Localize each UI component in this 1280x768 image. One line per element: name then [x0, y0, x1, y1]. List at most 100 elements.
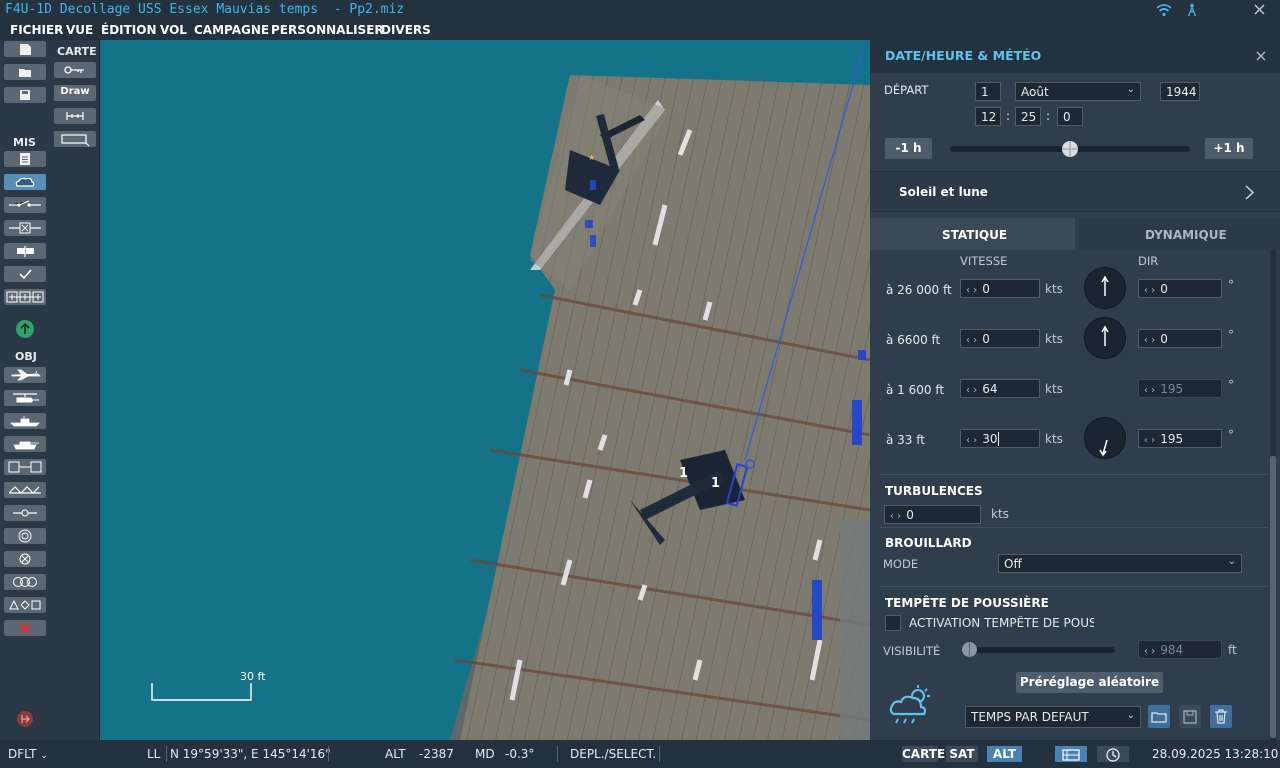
wind-speed-field[interactable]: ‹ › 30 — [960, 429, 1040, 448]
sun-moon-row[interactable]: Soleil et lune — [870, 171, 1280, 212]
wind-direction-field[interactable]: ‹ › 0 — [1138, 279, 1222, 298]
month-select[interactable]: Août ⌄ — [1015, 82, 1141, 101]
altitude-mode-button[interactable]: ALT — [987, 746, 1022, 762]
dust-storm-checkbox[interactable] — [885, 615, 901, 631]
add-helicopter-button[interactable] — [4, 390, 46, 406]
delete-button[interactable] — [4, 620, 46, 636]
plus-hour-button[interactable]: +1 h — [1205, 138, 1253, 159]
goals-button[interactable] — [4, 220, 46, 236]
rectangle-tool-button[interactable] — [54, 131, 96, 147]
day-field[interactable]: 1 — [975, 82, 1001, 101]
menu-divers[interactable]: DIVERS — [381, 23, 431, 37]
random-preset-button[interactable]: Préréglage aléatoire — [1016, 672, 1163, 693]
map-mode-button[interactable]: CARTE — [902, 746, 945, 762]
save-icon — [20, 90, 30, 100]
tab-static[interactable]: STATIQUE — [870, 218, 1075, 250]
formations-button[interactable] — [4, 289, 46, 305]
wind-arrow-icon — [1099, 439, 1108, 457]
menu-personnaliser[interactable]: PERSONNALISER — [271, 23, 384, 37]
fog-mode-label: MODE — [883, 557, 919, 571]
spin-arrows-icon[interactable]: ‹ › — [966, 285, 977, 296]
wind-speed-field[interactable]: ‹ › 0 — [960, 329, 1040, 348]
hour-field[interactable]: 12 — [975, 107, 1001, 126]
map-key-button[interactable] — [54, 62, 96, 78]
minus-hour-button[interactable]: -1 h — [885, 138, 932, 159]
wind-speed-value: 30 — [982, 432, 998, 446]
wind-direction-dial[interactable] — [1084, 417, 1126, 459]
add-ship-button[interactable] — [4, 413, 46, 429]
wind-direction-dial[interactable] — [1084, 267, 1126, 309]
add-vehicle-button[interactable] — [4, 436, 46, 452]
year-field[interactable]: 1944 — [1160, 82, 1200, 101]
weather-preset-value: TEMPS PAR DEFAUT — [971, 710, 1089, 724]
panel-scrollbar-track[interactable] — [1270, 250, 1276, 740]
menu-edition[interactable]: ÉDITION — [101, 23, 157, 37]
trash-icon — [1215, 709, 1227, 724]
check-button[interactable] — [4, 266, 46, 282]
panel-scrollbar-thumb[interactable] — [1270, 456, 1276, 738]
spin-arrows-icon[interactable]: ‹ › — [966, 385, 977, 396]
chevron-right-icon — [1245, 185, 1255, 200]
spin-arrows-icon[interactable]: ‹ › — [1144, 285, 1155, 296]
spin-arrows-icon[interactable]: ‹ › — [1144, 335, 1155, 346]
add-zone-button[interactable] — [4, 528, 46, 544]
delete-preset-button[interactable] — [1210, 705, 1232, 728]
close-icon[interactable] — [1252, 3, 1268, 17]
flags-button[interactable] — [4, 243, 46, 259]
ruler-button[interactable] — [54, 108, 96, 124]
wind-direction-field[interactable]: ‹ › 195 — [1138, 429, 1222, 448]
mission-briefing-button[interactable] — [4, 151, 46, 167]
template-icon — [8, 486, 41, 494]
fog-mode-select[interactable]: Off ⌄ — [998, 554, 1242, 573]
chevron-down-icon: ⌄ — [40, 751, 48, 761]
time-slider-thumb[interactable] — [1061, 140, 1079, 158]
map-view[interactable]: ★ 1 1 30 ft — [100, 40, 870, 740]
add-plane-button[interactable] — [4, 367, 46, 383]
save-preset-button[interactable] — [1179, 705, 1201, 728]
add-nav-point-button[interactable] — [4, 551, 46, 567]
degree-unit: ° — [1228, 378, 1234, 392]
divider — [880, 586, 1268, 587]
open-preset-button[interactable] — [1148, 705, 1170, 728]
draw-button[interactable]: Draw — [54, 85, 96, 101]
antenna-icon[interactable] — [1184, 3, 1200, 17]
spin-arrows-icon[interactable]: ‹ › — [966, 435, 977, 446]
menu-vol[interactable]: VOL — [160, 23, 187, 37]
mode-dropdown[interactable]: DFLT ⌄ — [8, 747, 48, 761]
add-template-button[interactable] — [4, 482, 46, 498]
wind-speed-field[interactable]: ‹ › 0 — [960, 279, 1040, 298]
menu-campagne[interactable]: CAMPAGNE — [194, 23, 269, 37]
map-overlay-button[interactable] — [1055, 746, 1087, 762]
weather-preset-select[interactable]: TEMPS PAR DEFAUT ⌄ — [965, 706, 1141, 728]
spin-arrows-icon[interactable]: ‹ › — [890, 511, 901, 522]
save-file-button[interactable] — [4, 87, 46, 103]
time-settings-button[interactable] — [1097, 746, 1129, 762]
satellite-mode-button[interactable]: SAT — [946, 746, 978, 762]
wifi-icon[interactable] — [1156, 3, 1172, 17]
wind-direction-dial[interactable] — [1084, 317, 1126, 359]
wind-direction-field[interactable]: ‹ › 0 — [1138, 329, 1222, 348]
wind-speed-field[interactable]: ‹ › 64 — [960, 379, 1040, 398]
add-shapes-button[interactable] — [4, 597, 46, 613]
menu-fichier[interactable]: FICHIER — [10, 23, 63, 37]
weather-button[interactable] — [4, 174, 46, 190]
spin-arrows-icon[interactable]: ‹ › — [966, 335, 977, 346]
spin-arrows-icon[interactable]: ‹ › — [1144, 435, 1155, 446]
panel-close-icon[interactable] — [1255, 50, 1267, 62]
wind-speed-value: 64 — [982, 382, 998, 396]
up-arrow-icon[interactable] — [15, 319, 35, 339]
second-field[interactable]: 0 — [1057, 107, 1083, 126]
tab-dynamic[interactable]: DYNAMIQUE — [1079, 218, 1280, 250]
menu-vue[interactable]: VUE — [66, 23, 93, 37]
minute-field[interactable]: 25 — [1015, 107, 1041, 126]
new-file-button[interactable] — [4, 41, 46, 57]
open-file-button[interactable] — [4, 64, 46, 80]
triggers-button[interactable] — [4, 197, 46, 213]
add-group-button[interactable] — [4, 574, 46, 590]
add-static-button[interactable] — [4, 459, 46, 475]
zone-icon — [18, 529, 32, 543]
exit-icon[interactable] — [16, 710, 34, 728]
date-time-readout: 28.09.2025 13:28:10 — [1152, 747, 1279, 761]
turbulence-field[interactable]: ‹ › 0 — [884, 505, 981, 524]
add-airfield-button[interactable] — [4, 505, 46, 521]
